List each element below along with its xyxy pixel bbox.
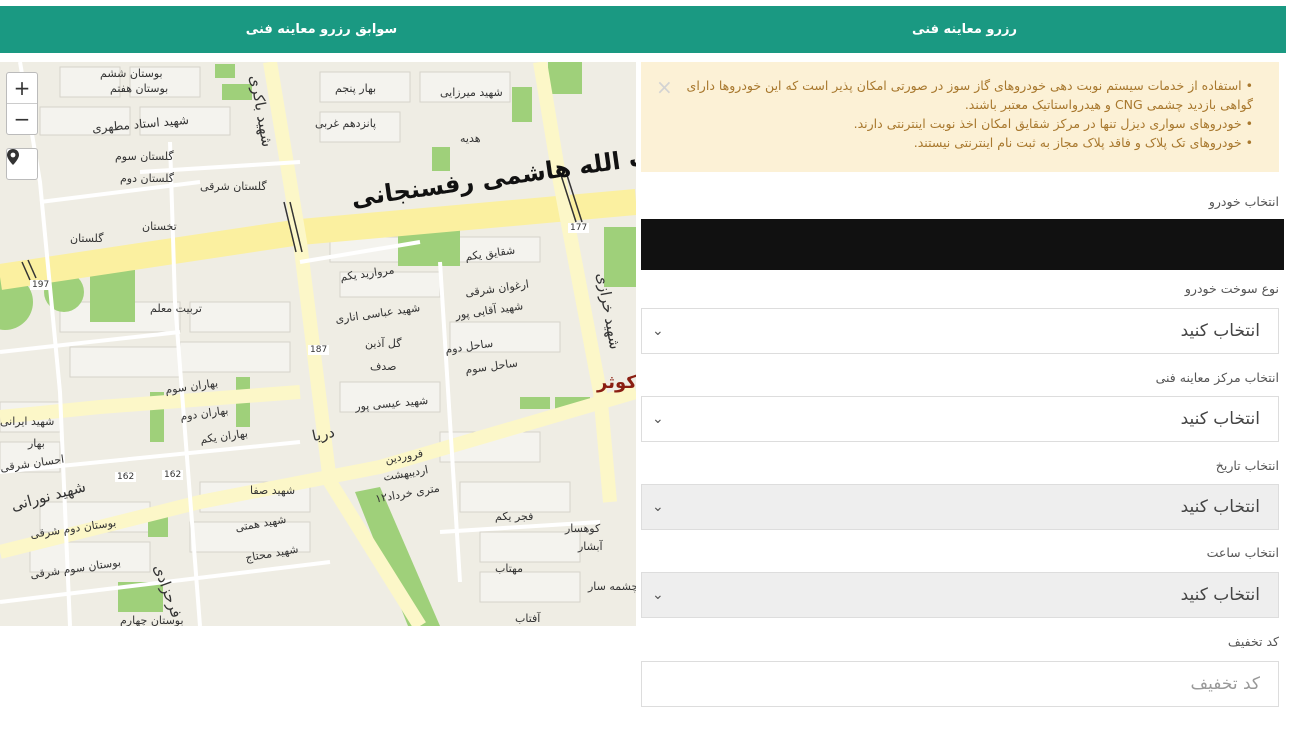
map-label: گلستان سوم: [115, 150, 174, 163]
map-label-kowsar: کوثر: [597, 372, 636, 393]
road-number-badge: 162: [162, 470, 184, 480]
discount-label: کد تخفیف: [1227, 634, 1279, 649]
road-number-badge: 197: [30, 280, 52, 290]
location-pin-icon: [7, 149, 19, 165]
map-label: بوستان ششم: [100, 67, 163, 80]
tab-reserve-inspection[interactable]: رزرو معاینه فنی: [643, 6, 1286, 53]
discount-code-input[interactable]: [641, 661, 1279, 707]
notice-item: خودروهای تک پلاک و فاقد پلاک مجاز به ثبت…: [681, 133, 1253, 152]
date-select[interactable]: انتخاب کنید ⌄: [641, 484, 1279, 530]
inspection-center-select[interactable]: انتخاب کنید ⌄: [641, 396, 1279, 442]
map-label: مهتاب: [495, 562, 523, 575]
zoom-in-button[interactable]: +: [7, 73, 37, 103]
map-label: بوستان چهارم: [120, 614, 184, 626]
center-label: انتخاب مرکز معاینه فنی: [1155, 370, 1279, 385]
chevron-down-icon: ⌄: [652, 411, 664, 427]
chevron-down-icon: ⌄: [652, 587, 664, 603]
map-label: تخستان: [142, 220, 177, 233]
map-label: آبشار: [578, 540, 603, 553]
map-label: گل آذین: [365, 337, 402, 350]
road-number-badge: 187: [308, 345, 330, 355]
map-label: بوستان هفتم: [110, 82, 169, 95]
map-label: هدیه: [460, 132, 481, 145]
map-label: صدف: [370, 360, 397, 373]
map-label: چشمه سار: [588, 580, 636, 593]
map-label: بهار پنجم: [335, 82, 377, 95]
notice-alert: × استفاده از خدمات سیستم نوبت دهی خودروه…: [641, 62, 1279, 172]
time-value: انتخاب کنید: [1180, 585, 1260, 605]
map-label: تربیت معلم: [150, 302, 202, 315]
map-label: پانزدهم غربی: [315, 117, 377, 130]
map-label: شهید ایرانی: [0, 415, 55, 428]
date-value: انتخاب کنید: [1180, 497, 1260, 517]
car-select[interactable]: [641, 219, 1284, 270]
tab-bar: رزرو معاینه فنی سوابق رزرو معاینه فنی: [0, 6, 1286, 53]
map-label: بهار: [28, 437, 45, 450]
time-label: انتخاب ساعت: [1206, 545, 1279, 560]
road-number-badge: 162: [115, 472, 137, 482]
fuel-type-value: انتخاب کنید: [1180, 321, 1260, 341]
road-number-badge: 177: [568, 223, 590, 233]
chevron-down-icon: ⌄: [652, 499, 664, 515]
locate-button[interactable]: [6, 148, 38, 180]
map-canvas: [0, 62, 636, 626]
map-label: شهید صفا: [250, 484, 296, 497]
map-label: گلستان دوم: [120, 172, 174, 185]
notice-item: خودروهای سواری دیزل تنها در مرکز شقایق ا…: [681, 114, 1253, 133]
zoom-control: + −: [6, 72, 38, 135]
map-label: کوهسار: [565, 522, 601, 535]
tab-reservation-history[interactable]: سوابق رزرو معاینه فنی: [0, 6, 643, 53]
map-label: گلستان: [70, 232, 104, 245]
map-view[interactable]: + − آیت الله هاشمی رفسنجانی کوثر دریا شه…: [0, 62, 636, 626]
chevron-down-icon: ⌄: [652, 323, 664, 339]
map-label: آفتاب: [515, 612, 541, 625]
notice-list: استفاده از خدمات سیستم نوبت دهی خودروهای…: [681, 76, 1259, 152]
map-label: فجر یکم: [495, 510, 534, 523]
map-label: گلستان شرقی: [200, 180, 267, 193]
map-label: شهید میرزایی: [440, 86, 503, 99]
fuel-type-select[interactable]: انتخاب کنید ⌄: [641, 308, 1279, 354]
time-select[interactable]: انتخاب کنید ⌄: [641, 572, 1279, 618]
car-label: انتخاب خودرو: [1208, 194, 1279, 209]
zoom-out-button[interactable]: −: [7, 103, 37, 134]
close-icon[interactable]: ×: [656, 77, 673, 97]
inspection-center-value: انتخاب کنید: [1180, 409, 1260, 429]
notice-item: استفاده از خدمات سیستم نوبت دهی خودروهای…: [681, 76, 1253, 114]
date-label: انتخاب تاریخ: [1215, 458, 1279, 473]
fuel-label: نوع سوخت خودرو: [1184, 281, 1279, 296]
